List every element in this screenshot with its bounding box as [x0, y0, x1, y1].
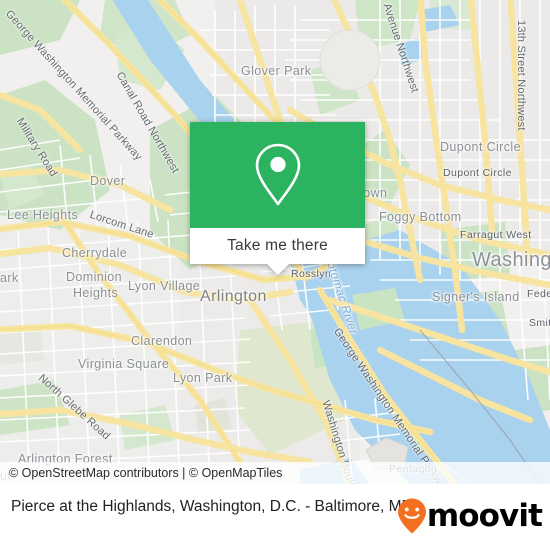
moovit-smiley-pin-icon: [397, 498, 426, 534]
map-attribution-bar: © OpenStreetMap contributors | © OpenMap…: [0, 462, 550, 484]
footer-bar: Pierce at the Highlands, Washington, D.C…: [0, 484, 550, 550]
take-me-there-label: Take me there: [227, 237, 328, 254]
map-view[interactable]: George Washington Memorial Parkway Canal …: [0, 0, 550, 484]
map-popup-card[interactable]: Take me there: [190, 122, 365, 275]
moovit-wordmark: moovit: [426, 497, 543, 534]
location-title: Pierce at the Highlands, Washington, D.C…: [11, 498, 413, 515]
map-pin-icon: [255, 143, 300, 206]
popup-pointer-tail: [266, 264, 289, 275]
popup-action-panel[interactable]: Take me there: [190, 228, 365, 275]
attribution-text[interactable]: © OpenStreetMap contributors | © OpenMap…: [9, 466, 282, 480]
popup-image-panel: [190, 122, 365, 228]
moovit-logo[interactable]: moovit: [397, 497, 543, 534]
